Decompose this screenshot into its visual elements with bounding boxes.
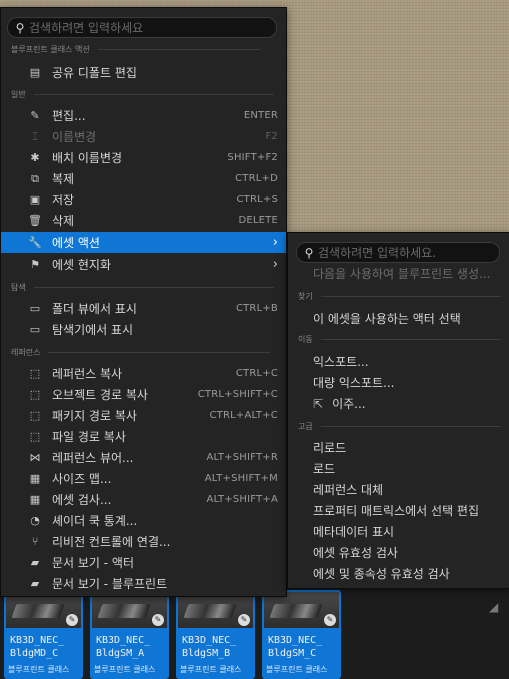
- menu-item-copy-reference[interactable]: ⬚ 레퍼런스 복사 CTRL+C: [1, 363, 286, 384]
- reference-viewer-icon: ⋈: [29, 451, 41, 464]
- menu-item-show-in-folder-view[interactable]: ▭ 폴더 뷰에서 표시 CTRL+B: [1, 298, 286, 319]
- section-header: 일반: [11, 89, 274, 100]
- duplicate-icon: ⧉: [31, 171, 39, 185]
- menu-item-copy-file-path[interactable]: ⬚ 파일 경로 복사: [1, 426, 286, 447]
- menu-search-box[interactable]: ⚲ 검색하려면 입력하세요: [7, 17, 277, 38]
- wrench-icon: 🔧: [28, 236, 42, 249]
- asset-name: KB3D_NEC_ BldgMD_C: [10, 635, 65, 659]
- menu-item-reload[interactable]: 리로드: [313, 437, 346, 458]
- submenu-search-box[interactable]: ⚲ 검색하려면 입력하세요.: [296, 242, 500, 263]
- copy-reference-icon: ⬚: [29, 367, 41, 380]
- blueprint-badge-icon: ✎: [152, 614, 164, 626]
- menu-item-asset-localization[interactable]: ⚑ 에셋 현지화 ›: [1, 254, 286, 275]
- section-header: 레퍼런스: [11, 347, 271, 358]
- asset-thumbnail: ✎: [178, 592, 253, 628]
- asset-type: 블루프린트 클래스: [8, 665, 70, 674]
- pencil-icon: ✎: [30, 109, 40, 122]
- asset-tile[interactable]: ✎ KB3D_NEC_ BldgSM_B 블루프린트 클래스: [176, 590, 255, 679]
- menu-item-size-map[interactable]: ▦ 사이즈 맵... ALT+SHIFT+M: [1, 468, 286, 489]
- asset-tile[interactable]: ✎ KB3D_NEC_ BldgMD_C 블루프린트 클래스: [4, 590, 83, 679]
- menu-item-copy-package-path[interactable]: ⬚ 패키지 경로 복사 CTRL+ALT+C: [1, 405, 286, 426]
- explorer-search-icon: ▭: [29, 323, 41, 336]
- menu-item-validate-asset[interactable]: 에셋 유효성 검사: [313, 542, 398, 563]
- size-map-icon: ▦: [29, 472, 41, 485]
- chevron-right-icon: ›: [272, 235, 278, 250]
- asset-context-menu: ⚲ 검색하려면 입력하세요 블루프린트 클래스 액션 ▤ 공유 디폴트 편집 일…: [0, 7, 287, 597]
- migrate-icon: ⇱: [313, 396, 324, 411]
- section-header: 탐색: [11, 282, 274, 293]
- section-header: 블루프린트 클래스 액션: [11, 44, 260, 55]
- shader-stats-icon: ◔: [30, 514, 40, 527]
- menu-item-copy-object-path[interactable]: ⬚ 오브젝트 경로 복사 CTRL+SHIFT+C: [1, 384, 286, 405]
- menu-item-bulk-export[interactable]: 대량 익스포트...: [313, 372, 395, 393]
- docs-book-icon: ▰: [30, 577, 40, 590]
- menu-item-docs-actor[interactable]: ▰ 문서 보기 - 액터: [1, 552, 286, 573]
- asset-thumbnail: ✎: [264, 592, 339, 628]
- revision-control-icon: ⑂: [31, 535, 39, 548]
- menu-item-replace-references[interactable]: 레퍼런스 대체: [313, 479, 383, 500]
- menu-search-placeholder: 검색하려면 입력하세요: [29, 21, 144, 35]
- menu-item-asset-audit[interactable]: ▦ 에셋 검사... ALT+SHIFT+A: [1, 489, 286, 510]
- section-header: 찾기: [298, 291, 501, 302]
- asset-type: 블루프린트 클래스: [266, 665, 328, 674]
- menu-item-reference-viewer[interactable]: ⋈ 레퍼런스 뷰어... ALT+SHIFT+R: [1, 447, 286, 468]
- menu-item-save[interactable]: ▣ 저장 CTRL+S: [1, 189, 286, 210]
- asset-thumbnail: ✎: [92, 592, 167, 628]
- menu-item-validate-asset-dependencies[interactable]: 에셋 및 종속성 유효성 검사: [313, 563, 450, 584]
- menu-item-rename: ⌶ 이름변경 F2: [1, 126, 286, 147]
- menu-item-edit[interactable]: ✎ 편집... ENTER: [1, 105, 286, 126]
- asset-name: KB3D_NEC_ BldgSM_C: [268, 635, 323, 659]
- asset-actions-submenu: ⚲ 검색하려면 입력하세요. 다음을 사용하여 블루프린트 생성... 찾기 이…: [287, 232, 509, 589]
- menu-item-shader-cook-stats[interactable]: ◔ 셰이더 쿡 통계...: [1, 510, 286, 531]
- asset-thumbnail: ✎: [6, 592, 81, 628]
- menu-item-create-blueprint-using: 다음을 사용하여 블루프린트 생성...: [313, 267, 491, 281]
- menu-item-export[interactable]: 익스포트...: [313, 351, 369, 372]
- copy-package-path-icon: ⬚: [29, 409, 41, 422]
- section-header: 이동: [298, 334, 501, 345]
- shared-defaults-icon: ▤: [29, 66, 41, 79]
- scroll-up-icon[interactable]: ◢: [489, 600, 507, 620]
- asset-name: KB3D_NEC_ BldgSM_A: [96, 635, 151, 659]
- menu-item-connect-revision-control[interactable]: ⑂ 리비전 컨트롤에 연결...: [1, 531, 286, 552]
- folder-search-icon: ▭: [29, 302, 41, 315]
- submenu-search-placeholder: 검색하려면 입력하세요.: [318, 246, 437, 260]
- menu-item-show-in-explorer[interactable]: ▭ 탐색기에서 표시: [1, 319, 286, 340]
- blueprint-badge-icon: ✎: [324, 614, 336, 626]
- menu-item-docs-blueprint[interactable]: ▰ 문서 보기 - 블루프린트: [1, 573, 286, 594]
- search-icon: ⚲: [304, 245, 314, 260]
- menu-item-asset-actions[interactable]: 🔧 에셋 액션 ›: [1, 232, 286, 253]
- menu-item-migrate[interactable]: ⇱ 이주...: [313, 393, 366, 414]
- blueprint-badge-icon: ✎: [66, 614, 78, 626]
- blueprint-badge-icon: ✎: [238, 614, 250, 626]
- section-header: 고급: [298, 421, 501, 432]
- asset-tile[interactable]: ✎ KB3D_NEC_ BldgSM_A 블루프린트 클래스: [90, 590, 169, 679]
- asset-audit-icon: ▦: [29, 493, 41, 506]
- menu-item-delete[interactable]: 🗑 삭제 DELETE: [1, 210, 286, 231]
- menu-item-duplicate[interactable]: ⧉ 복제 CTRL+D: [1, 168, 286, 189]
- menu-item-load[interactable]: 로드: [313, 458, 335, 479]
- chevron-right-icon: ›: [272, 257, 278, 272]
- menu-item-edit-shared-defaults[interactable]: ▤ 공유 디폴트 편집: [1, 62, 286, 83]
- flag-icon: ⚑: [30, 258, 40, 271]
- copy-file-path-icon: ⬚: [29, 430, 41, 443]
- asset-tile[interactable]: ✎ KB3D_NEC_ BldgSM_C 블루프린트 클래스: [262, 590, 341, 679]
- batch-rename-icon: ✱: [30, 151, 40, 164]
- trash-icon: 🗑: [28, 214, 42, 227]
- menu-item-batch-rename[interactable]: ✱ 배치 이름변경 SHIFT+F2: [1, 147, 286, 168]
- menu-item-select-actors-using-asset[interactable]: 이 에셋을 사용하는 액터 선택: [313, 308, 461, 329]
- rename-icon: ⌶: [31, 129, 39, 143]
- menu-item-property-matrix-edit[interactable]: 프로퍼티 매트릭스에서 선택 편집: [313, 500, 479, 521]
- save-icon: ▣: [29, 193, 41, 206]
- asset-name: KB3D_NEC_ BldgSM_B: [182, 635, 237, 659]
- docs-book-icon: ▰: [30, 556, 40, 569]
- asset-type: 블루프린트 클래스: [94, 665, 156, 674]
- asset-type: 블루프린트 클래스: [180, 665, 242, 674]
- search-icon: ⚲: [15, 20, 25, 35]
- menu-item-show-metadata[interactable]: 메타데이터 표시: [313, 521, 394, 542]
- copy-object-path-icon: ⬚: [29, 388, 41, 401]
